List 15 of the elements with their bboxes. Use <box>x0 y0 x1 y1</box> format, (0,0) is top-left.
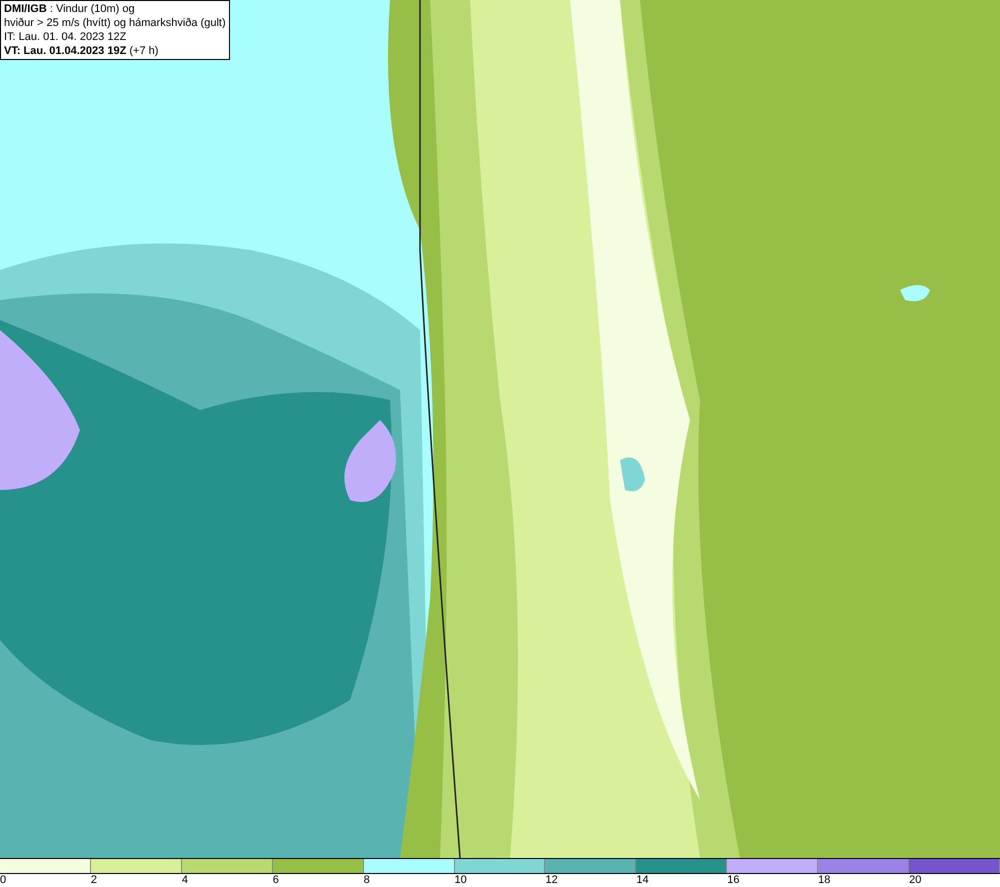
legend-label: 16 <box>727 874 740 887</box>
legend-label: 2 <box>90 874 98 887</box>
legend-label: 18 <box>818 874 830 887</box>
legend-label: 14 <box>636 874 649 887</box>
legend-label: 0 <box>0 874 6 887</box>
legend-label: 20 <box>909 874 922 887</box>
info-text: VT: Lau. 01.04.2023 19Z (+7 h) <box>4 44 160 58</box>
legend-label: 4 <box>182 874 188 887</box>
info-text: hviður > 25 m/s (hvítt) og hámarkshviða (gult) <box>4 16 226 30</box>
legend-label: 12 <box>545 874 558 887</box>
legend-label: 6 <box>272 874 279 887</box>
title-text: DMI/IGB : Vindur (10m) og <box>4 2 136 16</box>
legend-label: 10 <box>454 874 467 887</box>
info-text: IT: Lau. 01. 04. 2023 12Z <box>4 30 128 44</box>
legend-label: 8 <box>364 874 370 887</box>
